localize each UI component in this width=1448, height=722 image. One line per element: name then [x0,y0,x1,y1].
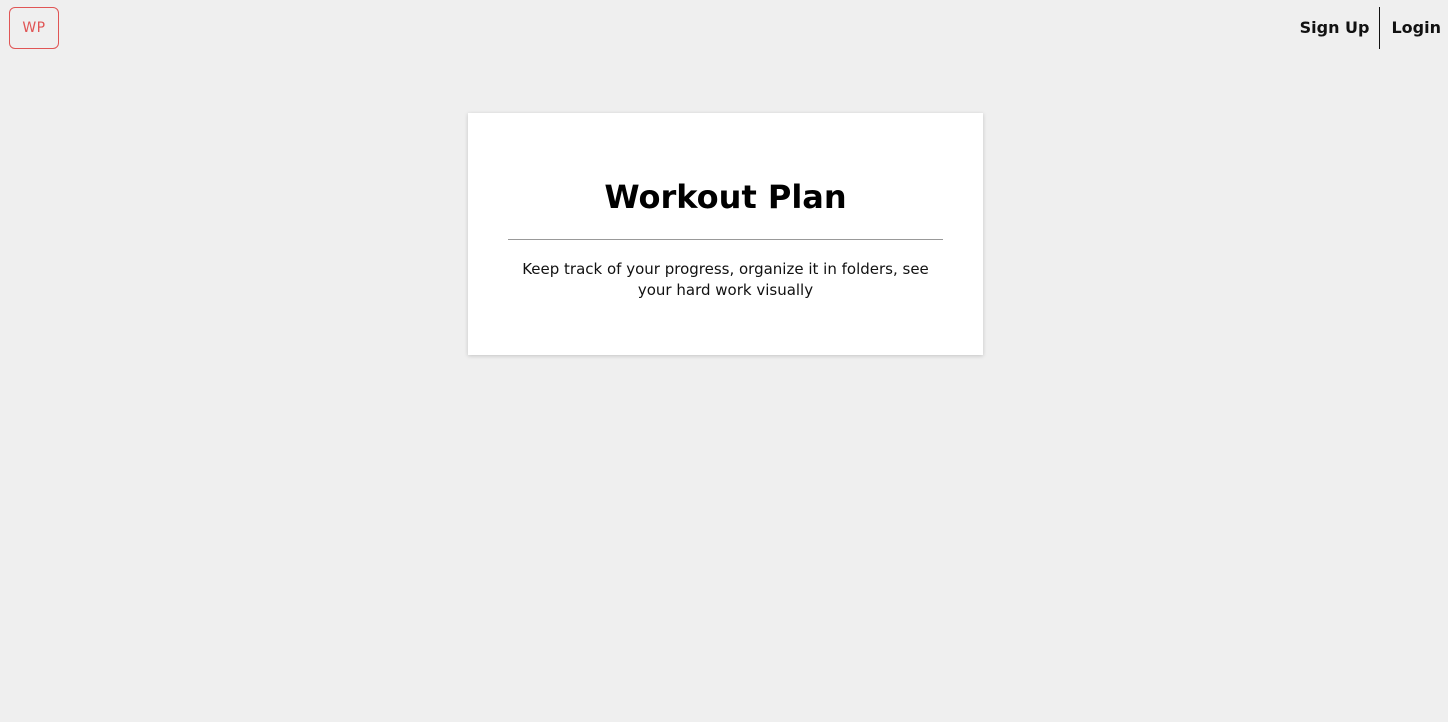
signup-link[interactable]: Sign Up [1289,7,1381,49]
page: WP Sign Up Login Workout Plan Keep track… [0,0,1448,722]
top-nav: Sign Up Login [1289,7,1448,49]
login-link[interactable]: Login [1380,7,1448,49]
page-title: Workout Plan [604,178,847,216]
card-description: Keep track of your progress, organize it… [522,260,929,299]
intro-card: Workout Plan Keep track of your progress… [468,113,983,355]
divider [508,239,943,240]
logo[interactable]: WP [9,7,59,49]
logo-text: WP [22,20,46,36]
